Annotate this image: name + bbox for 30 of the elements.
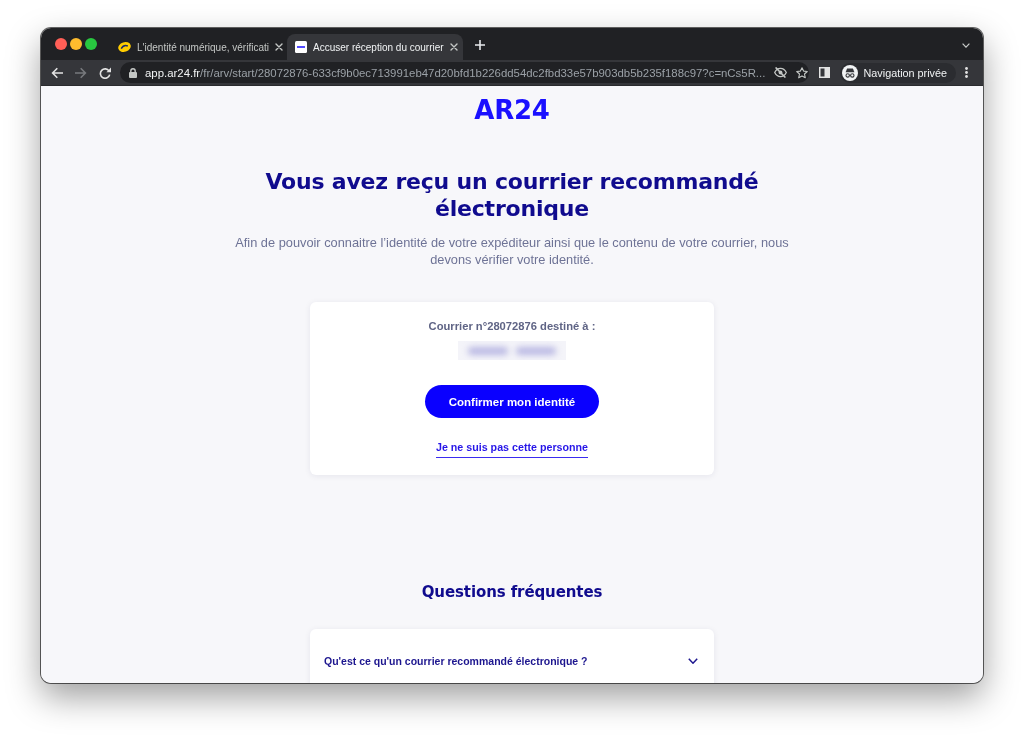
address-bar[interactable]: app.ar24.fr/fr/arv/start/28072876-633cf9b0ec713991eb47d20bfd1b226dd54dc2fbd33e57b903db5b235f188c97?c=nCs5R...	[120, 62, 809, 83]
not-me-link[interactable]: Je ne suis pas cette personne	[435, 439, 589, 458]
faq-question-button[interactable]: Qu'est ce qu'un courrier recommandé électronique ?	[324, 653, 698, 669]
reload-icon[interactable]	[99, 66, 111, 79]
faq-title: Questions fréquentes	[421, 582, 603, 603]
plus-icon[interactable]	[475, 40, 485, 50]
star-icon[interactable]	[796, 66, 809, 79]
site-logo: AR24	[474, 98, 550, 122]
page-title: Vous avez reçu un courrier recommandé électronique	[264, 168, 760, 222]
incognito-icon	[841, 64, 858, 81]
browser-tab[interactable]: Accuser réception du courrier	[287, 34, 463, 60]
lock-icon	[129, 67, 137, 78]
close-icon[interactable]	[449, 43, 458, 51]
back-arrow-icon[interactable]	[51, 66, 63, 79]
close-window-icon[interactable]	[55, 38, 67, 50]
chevron-down-icon[interactable]	[962, 42, 970, 48]
menu-icon[interactable]	[965, 67, 968, 78]
minimize-window-icon[interactable]	[70, 38, 82, 50]
emblem-icon	[118, 41, 131, 53]
side-panel-icon[interactable]	[818, 67, 830, 78]
close-icon[interactable]	[275, 43, 283, 51]
zoom-window-icon[interactable]	[85, 38, 97, 50]
logo-tile-icon	[295, 41, 307, 53]
eye-slash-icon[interactable]	[774, 67, 788, 78]
profile-button[interactable]: Navigation privée	[839, 62, 956, 83]
recipient-label: Courrier n°28072876 destiné à :	[428, 319, 596, 333]
browser-tab[interactable]: L'identité numérique, vérificati	[110, 34, 286, 60]
url-text: app.ar24.fr/fr/arv/start/28072876-633cf9b0ec713991eb47d20bfd1b226dd54dc2fbd33e57b903db5b235f188c97?c=nCs5R...	[145, 66, 766, 79]
intro-text: Afin de pouvoir connaitre l’identité de votre expéditeur ainsi que le contenu de votre courrier, nous devons vérifier votre identité.	[234, 234, 790, 268]
confirm-button[interactable]: Confirmer mon identité	[425, 385, 599, 418]
